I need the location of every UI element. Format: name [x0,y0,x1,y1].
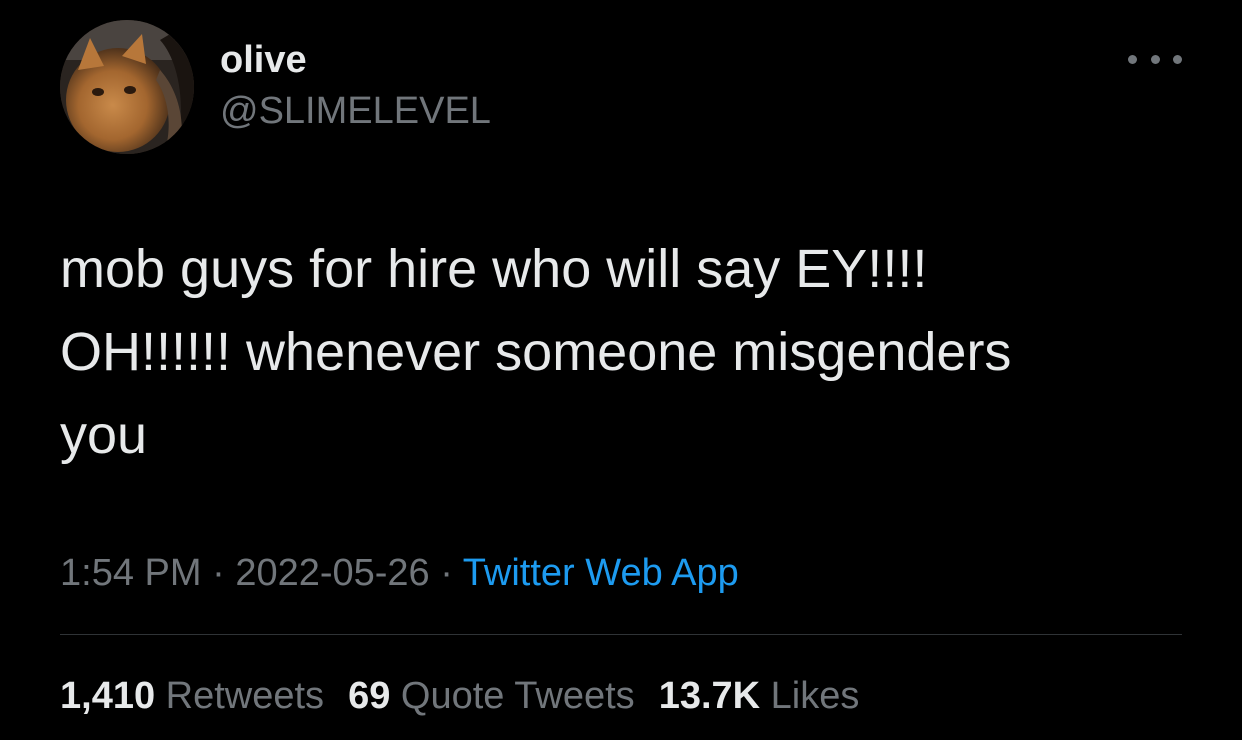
retweets-count: 1,410 [60,675,156,717]
cat-photo-avatar-image [60,20,194,154]
avatar[interactable] [60,20,194,154]
tweet-text: mob guys for hire who will say EY!!!! OH… [60,239,1012,465]
display-name[interactable]: olive [220,38,491,82]
more-dot [1128,54,1137,64]
divider [60,634,1182,635]
retweets-stat[interactable]: 1,410 Retweets [60,668,324,724]
quote-tweets-stat[interactable]: 69 Quote Tweets [348,668,635,724]
tweet-date[interactable]: 2022-05-26 [235,552,429,594]
engagement-stats: 1,410 Retweets 69 Quote Tweets 13.7K Likes [60,668,883,724]
user-handle[interactable]: @SLIMELEVEL [220,88,491,134]
meta-separator: · [429,552,463,594]
retweets-label: Retweets [165,675,325,717]
meta-separator: · [201,552,236,594]
quotes-count: 69 [348,675,391,717]
tweet-meta: 1:54 PM · 2022-05-26 · Twitter Web App [60,545,739,601]
tweet-card: olive @SLIMELEVEL mob guys for hire who … [0,0,1242,740]
author-info: olive @SLIMELEVEL [220,38,491,134]
more-dot [1173,54,1182,64]
tweet-source-link[interactable]: Twitter Web App [463,552,739,594]
likes-label: Likes [770,675,860,717]
tweet-time[interactable]: 1:54 PM [60,552,202,594]
likes-count: 13.7K [658,675,761,717]
likes-stat[interactable]: 13.7K Likes [659,668,860,724]
more-dot [1150,54,1160,64]
more-dots-icon[interactable] [1128,44,1182,74]
quotes-label: Quote Tweets [400,675,635,717]
